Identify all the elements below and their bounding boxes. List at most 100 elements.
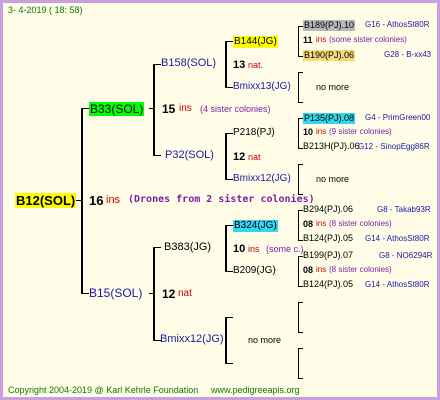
b33-trunk-line — [153, 64, 155, 156]
report-date: 3- 4-2019 ( 18: 58) — [8, 5, 83, 15]
gen4-b209-suffix: ins — [316, 265, 327, 274]
gen2-b383[interactable]: B383(JG) — [164, 242, 211, 253]
branch-empty-b-line — [225, 363, 233, 364]
gen4-b324-note: (8 sister colonies) — [329, 219, 392, 228]
gen2-bmixx12[interactable]: Bmixx12(JG) — [160, 334, 224, 345]
branch-b383-line — [153, 247, 161, 248]
gen2-b158-count: 13 — [233, 59, 246, 71]
gen4-b324-count: 08 — [303, 219, 314, 229]
b383-trunk-line — [225, 225, 227, 271]
root-ins-label: ins — [106, 194, 121, 206]
gen4-b213h-mark: G12 - SinopEgg86R — [358, 142, 430, 151]
empty-a-bracket-line — [298, 302, 299, 332]
empty-b-bracket-line — [298, 348, 299, 378]
bmixx13-top-tick — [298, 72, 303, 73]
b33-stub-line — [149, 108, 155, 109]
b15-stub-line — [149, 293, 155, 294]
gen4-b124b-mark: G14 - AthosSt80R — [365, 280, 430, 289]
pedigree-chart: 3- 4-2019 ( 18: 58) Copyright 2004-2019 … — [0, 0, 440, 400]
empty-b-bottom-tick — [298, 378, 303, 379]
branch-bmixx12b-line — [225, 179, 233, 180]
branch-b33-line — [81, 108, 89, 109]
bmixx12b-top-tick — [298, 164, 303, 165]
b158-trunk-line — [225, 41, 227, 87]
gen4-b324-suffix: ins — [316, 219, 327, 228]
root-count: 16 — [89, 193, 104, 208]
gen4-p135[interactable]: P135(PJ).08 — [303, 113, 356, 124]
branch-bmixx13-line — [225, 87, 233, 88]
gen3-b144[interactable]: B144(JG) — [233, 36, 278, 48]
branch-b324-line — [225, 225, 233, 226]
gen4-b124b[interactable]: B124(PJ).05 — [303, 280, 353, 289]
b15-trunk-line — [153, 247, 155, 341]
bmixx13-bracket-line — [298, 72, 299, 102]
gen3-bmixx13[interactable]: Bmixx13(JG) — [233, 82, 291, 92]
gen1-b15-count: 12 — [162, 287, 176, 301]
gen4-p218-count: 10 — [303, 127, 314, 137]
gen4-b294-mark: G8 - Takab93R — [377, 205, 431, 214]
gen4-p135-mark: G4 - PrimGreen00 — [365, 113, 431, 122]
gen4-b124a-mark: G14 - AthosSt80R — [365, 234, 430, 243]
gen4-b190-mark: G28 - B-xx43 — [384, 50, 432, 59]
p32-trunk-line — [225, 133, 227, 179]
site-link[interactable]: www.pedigreeapis.org — [211, 386, 300, 395]
bmixx13-bottom-tick — [298, 102, 303, 103]
empty-b-top-tick — [298, 348, 303, 349]
gen3-b209[interactable]: B209(JG) — [233, 266, 276, 276]
root-queen[interactable]: B12(SOL) — [15, 193, 77, 208]
gen4-b213h[interactable]: B213H(PJ).06 — [303, 142, 360, 151]
gen1-b33-suffix: ins — [179, 103, 192, 114]
gen4-b209-note: (8 sister colonies) — [329, 265, 392, 274]
bmixx12b-bracket-line — [298, 164, 299, 194]
gen2-b383-suffix: ins — [248, 244, 260, 254]
gen4-b190[interactable]: B190(PJ).06 — [303, 50, 356, 61]
copyright-text: Copyright 2004-2019 @ Karl Kehrle Founda… — [8, 385, 199, 395]
root-trunk-line — [81, 108, 83, 294]
gen2-b158-suffix: nat. — [248, 60, 264, 70]
branch-b144-line — [225, 41, 233, 42]
gen4-b294[interactable]: B294(PJ).06 — [303, 205, 353, 214]
root-note: (Drones from 2 sister colonies) — [128, 194, 315, 205]
gen4-b209-count: 08 — [303, 265, 314, 275]
gen4-p218-note: (9 sister colonies) — [329, 127, 392, 136]
gen2-b158[interactable]: B158(SOL) — [161, 58, 216, 69]
b324-bracket-line — [298, 210, 299, 240]
gen1-b33-note: (4 sister colonies) — [200, 104, 271, 114]
gen3-bmixx12[interactable]: Bmixx12(JG) — [233, 174, 291, 184]
gen3-b324[interactable]: B324(JG) — [233, 220, 278, 232]
branch-p218-line — [225, 133, 233, 134]
gen2-b383-count: 10 — [233, 243, 246, 255]
gen1-b15-suffix: nat — [178, 288, 192, 299]
gen4-b124a[interactable]: B124(PJ).05 — [303, 234, 353, 243]
gen4-b189[interactable]: B189(PJ).10 — [303, 20, 356, 31]
gen4-b144-count: 11 — [303, 35, 313, 45]
empty-a-top-tick — [298, 302, 303, 303]
gen3-bmixx12-extra: no more — [316, 174, 350, 184]
gen1-b33-count: 15 — [162, 102, 176, 116]
gen3-p218[interactable]: P218(PJ) — [233, 128, 275, 138]
gen2-p32-count: 12 — [233, 151, 246, 163]
branch-b15-line — [81, 293, 89, 294]
gen4-b199[interactable]: B199(PJ).07 — [303, 251, 353, 260]
gen4-b189-mark: G16 - AthosSt80R — [365, 20, 430, 29]
gen1-b33[interactable]: B33(SOL) — [89, 102, 145, 116]
p218-bracket-line — [298, 118, 299, 148]
gen2-p32[interactable]: P32(SOL) — [165, 150, 214, 161]
gen2-bmixx12-extra: no more — [248, 335, 282, 345]
empty-a-bottom-tick — [298, 332, 303, 333]
b144-bracket-line — [298, 26, 299, 56]
gen3-bmixx13-extra: no more — [316, 82, 350, 92]
branch-b209-line — [225, 271, 233, 272]
branch-b158-line — [153, 64, 161, 65]
gen2-b383-note: (some c.) — [266, 244, 304, 254]
gen4-b144-suffix: ins — [316, 35, 327, 44]
gen1-b15[interactable]: B15(SOL) — [89, 287, 142, 299]
gen4-b144-note: (some sister colonies) — [329, 35, 407, 44]
bmixx12-trunk-line — [225, 317, 227, 363]
gen2-p32-suffix: nat — [248, 152, 261, 162]
gen4-b199-mark: G8 - NO6294R — [379, 251, 433, 260]
branch-p32-line — [153, 155, 161, 156]
b209-bracket-line — [298, 256, 299, 286]
gen4-p218-suffix: ins — [316, 127, 327, 136]
branch-empty-a-line — [225, 317, 233, 318]
